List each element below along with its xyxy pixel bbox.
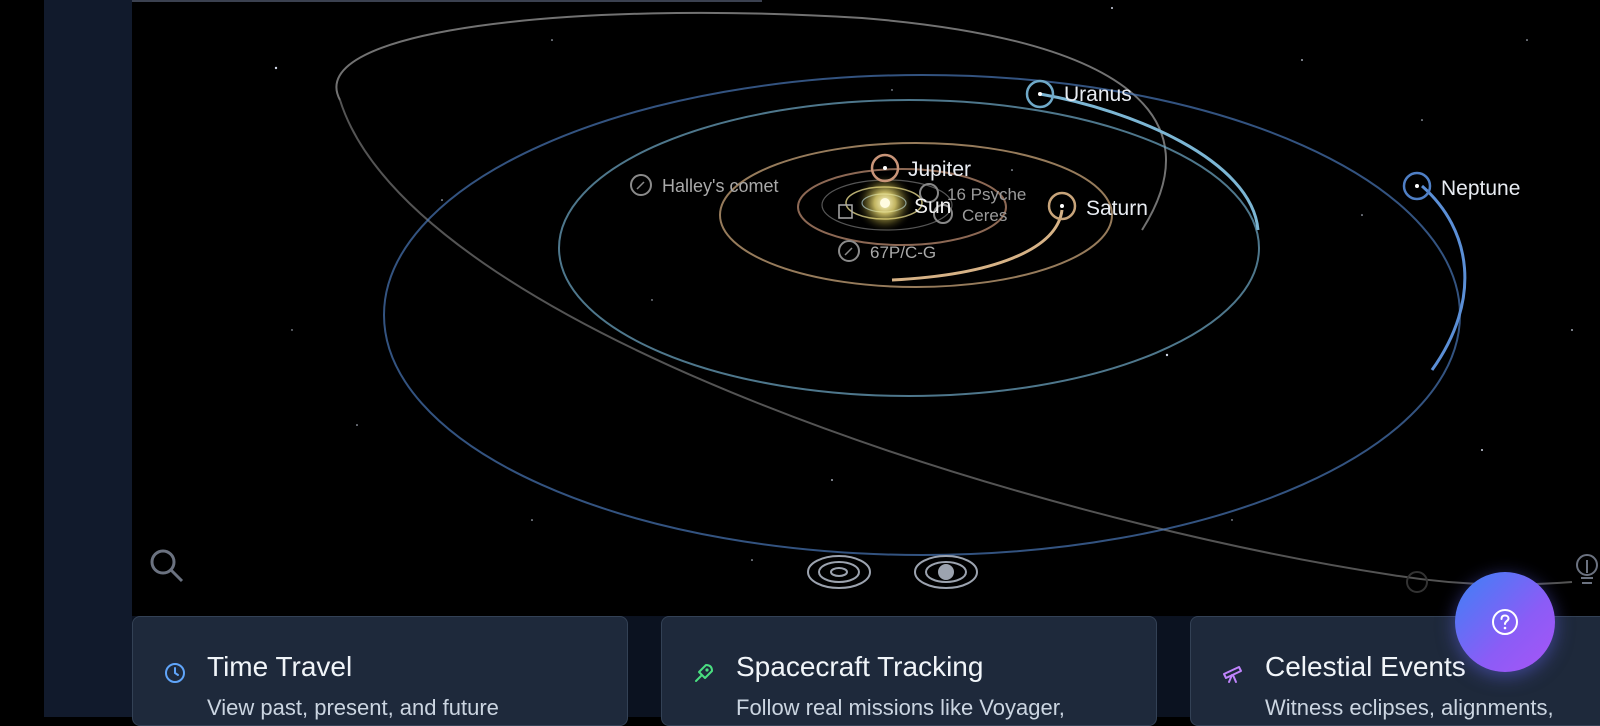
spacecraft-marker[interactable]	[838, 204, 853, 219]
card-title: Time Travel	[207, 651, 353, 682]
card-title: Spacecraft Tracking	[736, 651, 984, 682]
left-sidebar	[44, 0, 132, 717]
saturn-label[interactable]: Saturn	[1086, 197, 1148, 220]
halley-orbit	[335, 11, 1573, 586]
card-description: Witness eclipses, alignments,	[1265, 695, 1554, 720]
comet67p-label[interactable]: 67P/C-G	[870, 243, 936, 262]
psyche-label[interactable]: 16 Psyche	[947, 185, 1026, 204]
rocket-icon	[695, 664, 713, 682]
question-icon	[1492, 609, 1518, 635]
starfield	[274, 7, 1573, 561]
ceres-label[interactable]: Ceres	[962, 206, 1007, 225]
help-button[interactable]	[1455, 572, 1555, 672]
orbit-view-icon[interactable]	[807, 555, 871, 589]
halley-label[interactable]: Halley's comet	[662, 176, 778, 196]
sun-label[interactable]: Sun	[914, 195, 951, 218]
orbit-canvas[interactable]: Uranus Neptune Jupiter Saturn Sun 16 Psy…	[132, 0, 1600, 616]
card-description: Follow real missions like Voyager,	[736, 695, 1065, 720]
feature-card-spacecraft[interactable]: Spacecraft Tracking Follow real missions…	[661, 616, 1157, 726]
sun-marker[interactable]	[880, 198, 890, 208]
screen-edge	[0, 0, 44, 717]
halley-marker[interactable]	[630, 174, 652, 196]
faint-marker[interactable]	[1406, 571, 1428, 593]
lightbulb-icon[interactable]	[1576, 554, 1598, 584]
planet-view-icon[interactable]	[914, 555, 978, 589]
clock-icon	[165, 663, 185, 683]
uranus-marker[interactable]	[1025, 79, 1055, 109]
jupiter-label[interactable]: Jupiter	[908, 158, 971, 181]
card-title: Celestial Events	[1265, 651, 1466, 682]
uranus-label[interactable]: Uranus	[1064, 83, 1132, 106]
solar-system-viewer[interactable]: Uranus Neptune Jupiter Saturn Sun 16 Psy…	[132, 0, 1600, 616]
telescope-icon	[1223, 666, 1242, 683]
neptune-label[interactable]: Neptune	[1441, 177, 1520, 200]
card-description: View past, present, and future	[207, 695, 499, 720]
search-icon[interactable]	[150, 549, 184, 583]
neptune-orbit	[383, 74, 1461, 556]
top-divider	[132, 0, 762, 2]
neptune-marker[interactable]	[1402, 171, 1432, 201]
feature-card-time-travel[interactable]: Time Travel View past, present, and futu…	[132, 616, 628, 726]
comet67p-marker[interactable]	[838, 240, 860, 262]
